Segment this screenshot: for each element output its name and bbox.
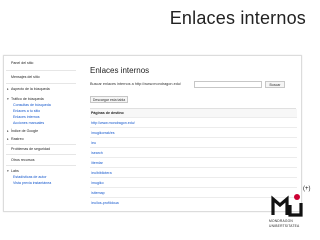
sidebar-item-label: Otros recursos: [11, 158, 35, 162]
sidebar-item-label: Rastreo: [11, 137, 24, 141]
search-input[interactable]: [194, 81, 262, 88]
divider: [6, 70, 76, 71]
sidebar-item-aspecto[interactable]: ▸ Aspecto de la búsqueda: [7, 87, 50, 91]
sidebar-item-estadisticas[interactable]: Estadísticas de autor: [13, 175, 47, 179]
table-header: Páginas de destino: [90, 109, 297, 117]
sidebar-item-label: Vista previa instantánea: [13, 181, 52, 185]
logo-line-2: UNIBERTSITATEA: [269, 224, 300, 228]
logo-line-1: MONDRAGON: [269, 219, 293, 223]
download-table-button[interactable]: Descargar esta tabla: [90, 96, 128, 103]
sidebar-item-enlaces-sitio[interactable]: Enlaces a tu sitio: [13, 109, 40, 113]
sidebar: Panel del sitio Mensajes del sitio ▸ Aspe…: [4, 56, 82, 211]
sidebar-item-panel[interactable]: Panel del sitio: [7, 61, 33, 65]
sidebar-item-label: Problemas de seguridad: [11, 147, 50, 151]
divider: [6, 83, 76, 84]
divider: [6, 154, 76, 155]
sidebar-item-label: Enlaces a tu sitio: [13, 109, 41, 113]
main-content: Enlaces internos Buscar enlaces internos…: [86, 56, 298, 211]
sidebar-item-label: Acciones manuales: [13, 121, 45, 125]
page-title: Enlaces internos: [90, 66, 150, 75]
sidebar-item-label: Estadísticas de autor: [13, 175, 47, 179]
sidebar-item-mensajes[interactable]: Mensajes del sitio: [7, 75, 40, 79]
sidebar-item-label: Consultas de búsqueda: [13, 103, 51, 107]
sidebar-item-label: Mensajes del sitio: [11, 75, 40, 79]
logo-mark-icon: [271, 194, 303, 217]
sidebar-item-rastreo[interactable]: ▸ Rastreo: [7, 137, 24, 141]
sidebar-item-label: Aspecto de la búsqueda: [11, 87, 50, 91]
sidebar-item-indice[interactable]: ▸ Índice de Google: [7, 129, 38, 133]
sidebar-item-label: Enlaces internos: [13, 115, 40, 119]
university-logo: (+) MONDRAGON UNIBERTSITATEA: [269, 185, 317, 235]
table-row[interactable]: /eu/los-profildoua: [90, 197, 297, 208]
slide-title: Enlaces internos: [169, 8, 306, 28]
sidebar-item-otros[interactable]: Otros recursos: [7, 158, 35, 162]
search-label: Buscar enlaces internos a http://www.mon…: [90, 82, 181, 86]
search-button[interactable]: Buscar: [265, 81, 285, 88]
sidebar-item-label: Labs: [11, 169, 19, 173]
sidebar-item-acciones[interactable]: Acciones manuales: [13, 121, 44, 125]
divider: [6, 144, 76, 145]
links-table: Páginas de destino http://www.mondragon.…: [90, 108, 297, 211]
sidebar-item-vista-previa[interactable]: Vista previa instantánea: [13, 181, 51, 185]
sidebar-item-trafico[interactable]: ▾ Tráfico de búsqueda: [7, 97, 44, 101]
sidebar-item-label: Índice de Google: [11, 129, 39, 133]
sidebar-item-seguridad[interactable]: Problemas de seguridad: [7, 147, 50, 151]
sidebar-item-label: Tráfico de búsqueda: [11, 97, 44, 101]
sidebar-item-labs[interactable]: ▾ Labs: [7, 169, 19, 173]
sidebar-item-consultas[interactable]: Consultas de búsqueda: [13, 103, 51, 107]
search-row: Buscar enlaces internos a http://www.mon…: [90, 81, 296, 89]
screenshot-frame: Panel del sitio Mensajes del sitio ▸ Aspe…: [3, 55, 302, 212]
divider: [6, 165, 76, 166]
sidebar-item-enlaces-internos[interactable]: Enlaces internos: [13, 115, 40, 119]
sidebar-item-label: Panel del sitio: [11, 61, 34, 65]
